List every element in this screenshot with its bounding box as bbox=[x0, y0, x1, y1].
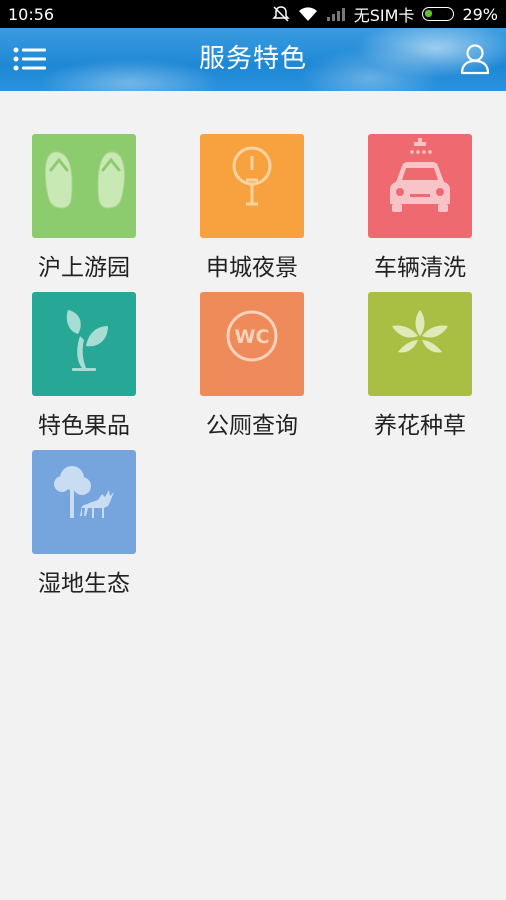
tile-public-toilet[interactable]: WC 公厕查询 bbox=[168, 292, 318, 442]
tile-label: 公厕查询 bbox=[206, 413, 298, 439]
flower-icon bbox=[392, 310, 448, 353]
wc-icon: WC bbox=[226, 310, 278, 362]
signal-icon bbox=[326, 7, 346, 21]
status-time: 10:56 bbox=[8, 4, 55, 24]
mute-bell-icon bbox=[271, 5, 290, 23]
carrier-text: 无SIM卡 bbox=[353, 6, 415, 25]
tile-wetland[interactable]: 湿地生态 bbox=[0, 450, 150, 600]
tile-label: 申城夜景 bbox=[206, 255, 298, 281]
page-title: 服务特色 bbox=[198, 44, 307, 74]
flip-flops-icon bbox=[44, 151, 125, 209]
tile-label: 养花种草 bbox=[374, 413, 466, 439]
list-menu-icon bbox=[13, 47, 46, 71]
tile-icon-bg bbox=[368, 292, 472, 396]
status-icons: 无SIM卡 29% bbox=[271, 2, 498, 26]
tile-icon-bg bbox=[200, 134, 304, 238]
svg-text:WC: WC bbox=[235, 326, 270, 348]
tile-car-wash[interactable]: 车辆清洗 bbox=[336, 134, 486, 284]
car-wash-icon bbox=[390, 138, 450, 212]
wifi-icon bbox=[298, 6, 318, 22]
tile-label: 车辆清洗 bbox=[374, 255, 466, 281]
battery-percent: 29% bbox=[462, 4, 498, 24]
tile-label: 沪上游园 bbox=[38, 255, 130, 281]
user-profile-button[interactable] bbox=[460, 43, 490, 75]
tile-shanghai-parks[interactable]: 沪上游园 bbox=[0, 134, 150, 284]
status-bar: 10:56 无SIM卡 29% bbox=[0, 0, 506, 28]
user-icon bbox=[460, 44, 490, 75]
tile-icon-bg: WC bbox=[200, 292, 304, 396]
tile-night-view[interactable]: 申城夜景 bbox=[168, 134, 318, 284]
tile-icon-bg bbox=[368, 134, 472, 238]
tile-label: 湿地生态 bbox=[38, 571, 130, 597]
app-header: 服务特色 bbox=[0, 28, 506, 91]
seedling-icon bbox=[66, 310, 108, 371]
tile-flowers[interactable]: 养花种草 bbox=[336, 292, 486, 442]
tile-icon-bg bbox=[32, 292, 136, 396]
tile-icon-bg bbox=[32, 450, 136, 554]
battery-icon bbox=[422, 7, 455, 21]
tile-fruit[interactable]: 特色果品 bbox=[0, 292, 150, 442]
tree-deer-icon bbox=[54, 466, 114, 518]
menu-button[interactable] bbox=[12, 44, 48, 74]
tile-icon-bg bbox=[32, 134, 136, 238]
street-lamp-icon bbox=[232, 146, 272, 206]
tile-label: 特色果品 bbox=[38, 413, 130, 439]
